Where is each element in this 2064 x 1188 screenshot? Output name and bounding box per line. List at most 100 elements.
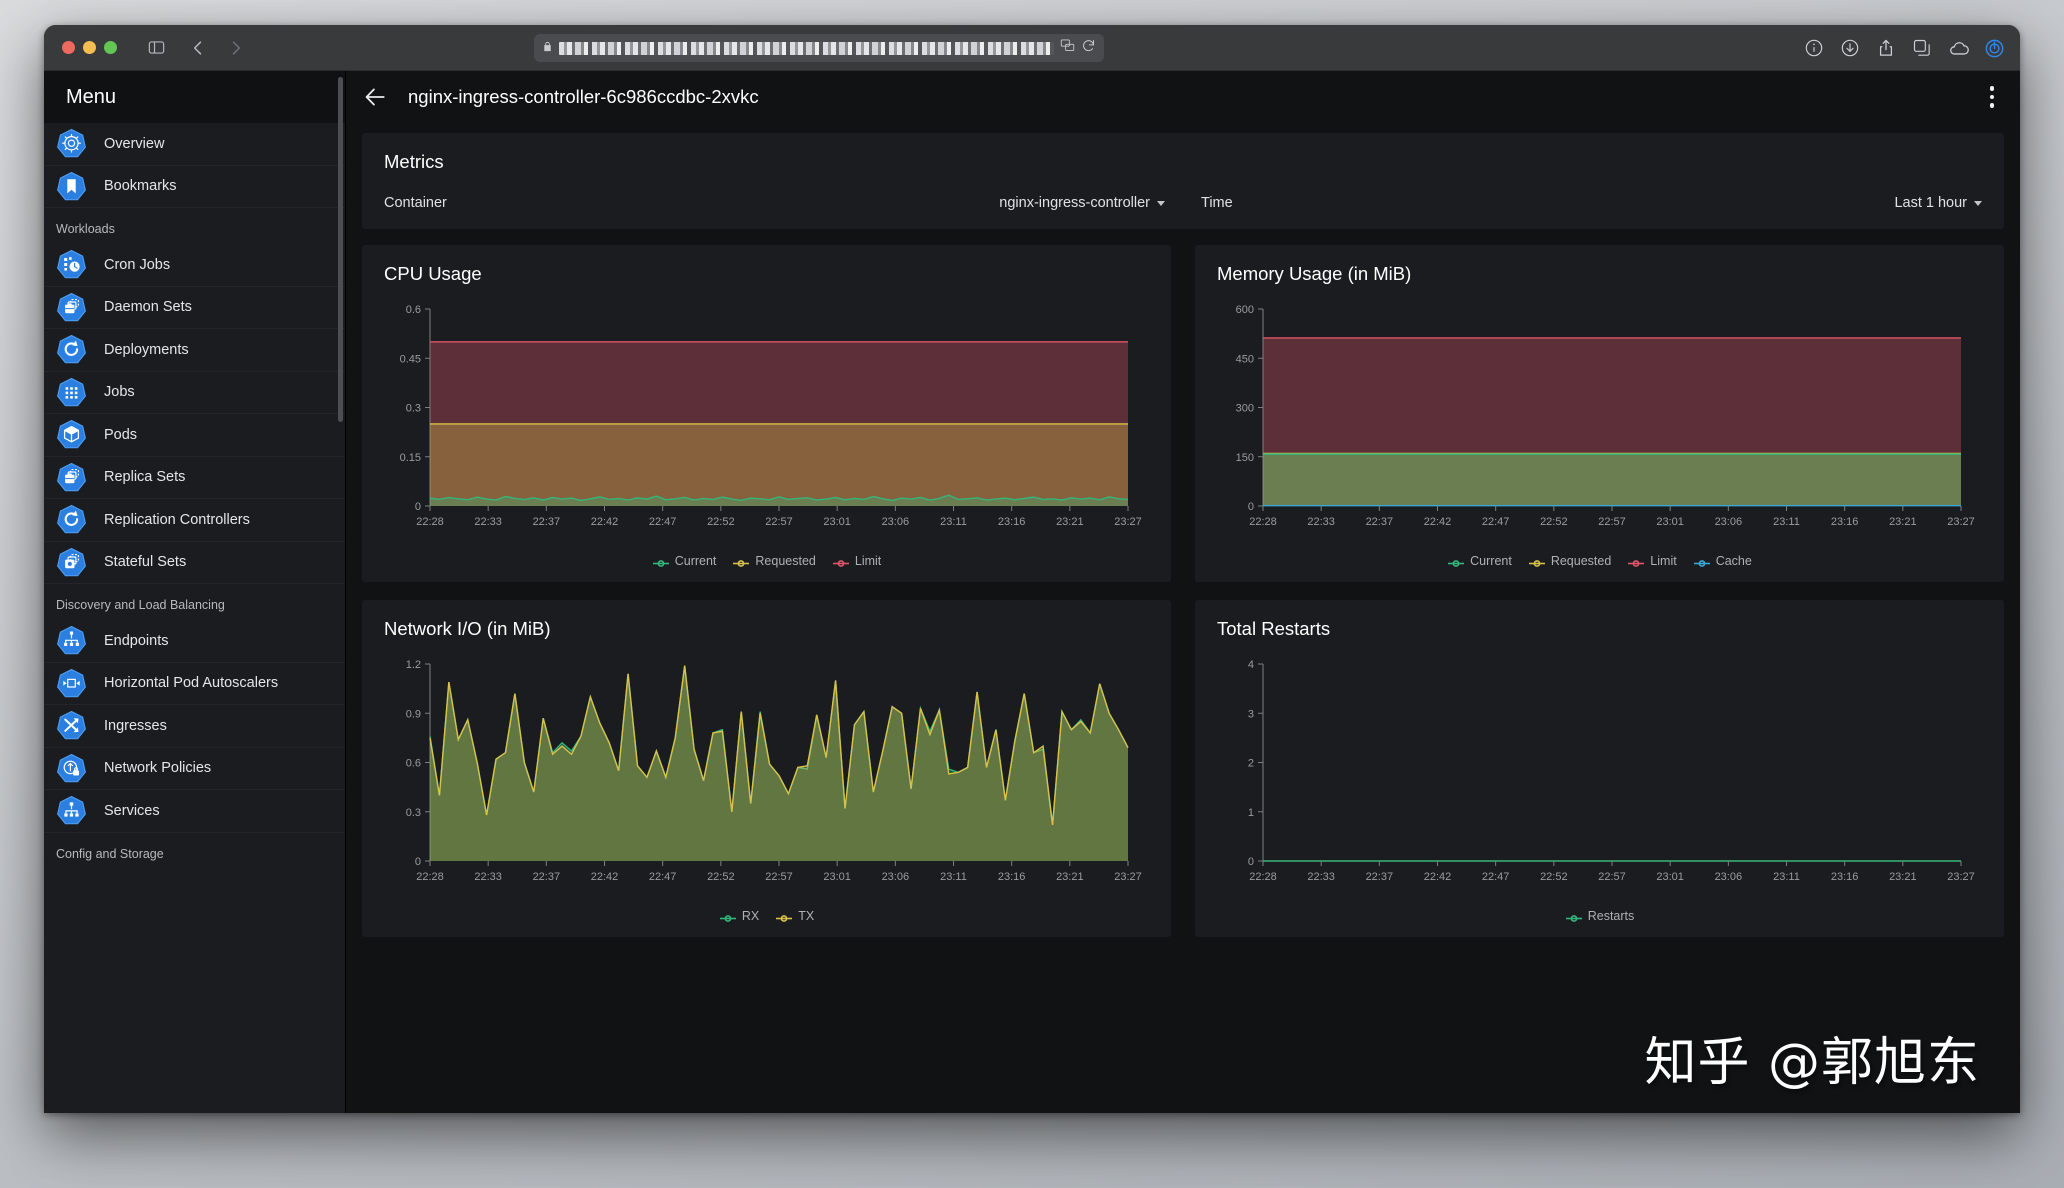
svg-text:22:42: 22:42 <box>1424 516 1452 528</box>
sidebar-item-replica-sets[interactable]: Replica Sets <box>44 457 345 499</box>
page-header: nginx-ingress-controller-6c986ccdbc-2xvk… <box>346 71 2020 123</box>
svg-text:2: 2 <box>1248 758 1254 770</box>
service-icon <box>56 795 87 826</box>
sidebar-nav[interactable]: Overview Bookmarks Workloads Cron Jobs Daemo… <box>44 123 345 869</box>
sidebar-item-bookmarks[interactable]: Bookmarks <box>44 166 345 208</box>
svg-text:22:57: 22:57 <box>765 516 793 528</box>
svg-text:22:52: 22:52 <box>707 871 735 883</box>
sidebar-item-label: Pods <box>104 426 138 443</box>
legend-label: Cache <box>1715 554 1752 568</box>
svg-text:23:27: 23:27 <box>1947 871 1975 883</box>
address-bar-actions[interactable] <box>1060 38 1096 58</box>
sidebar-item-endpoints[interactable]: Endpoints <box>44 620 345 663</box>
translate-icon[interactable] <box>1060 38 1075 58</box>
svg-text:23:11: 23:11 <box>1773 516 1800 528</box>
sidebar-icon[interactable] <box>143 35 169 61</box>
svg-text:23:01: 23:01 <box>1656 516 1684 528</box>
minimize-window-button[interactable] <box>83 41 96 54</box>
legend-item-limit[interactable]: Limit <box>1627 554 1677 568</box>
window-controls[interactable] <box>62 41 117 54</box>
svg-text:22:52: 22:52 <box>1540 516 1568 528</box>
legend-item-tx[interactable]: TX <box>775 909 814 923</box>
sidebar-item-label: Replica Sets <box>104 469 186 486</box>
legend-item-limit[interactable]: Limit <box>832 554 881 568</box>
share-icon[interactable] <box>1876 38 1896 58</box>
back-icon[interactable] <box>185 35 211 61</box>
legend-marker-icon <box>732 557 750 567</box>
browser-toolbar-actions[interactable] <box>1804 25 2004 71</box>
time-dropdown[interactable]: Last 1 hour <box>1894 195 1982 211</box>
chart-title: Network I/O (in MiB) <box>384 618 551 639</box>
svg-text:22:42: 22:42 <box>591 516 619 528</box>
sidebar-item-overview[interactable]: Overview <box>44 123 345 166</box>
svg-text:23:21: 23:21 <box>1889 516 1917 528</box>
svg-text:23:06: 23:06 <box>1715 516 1743 528</box>
sidebar-item-stateful-sets[interactable]: Stateful Sets <box>44 542 345 584</box>
sidebar-item-services[interactable]: Services <box>44 790 345 833</box>
deployment-icon <box>56 334 87 365</box>
container-selector[interactable]: Container nginx-ingress-controller <box>384 195 1165 211</box>
legend-item-rx[interactable]: RX <box>719 909 759 923</box>
legend-item-cache[interactable]: Cache <box>1693 554 1752 568</box>
legend-label: Current <box>1470 554 1512 568</box>
legend-item-current[interactable]: Current <box>652 554 716 568</box>
sidebar-item-horizontal-pod-autoscalers[interactable]: Horizontal Pod Autoscalers <box>44 663 345 705</box>
vertical-dots-icon[interactable] <box>1984 80 2001 114</box>
back-arrow-icon[interactable] <box>362 84 388 110</box>
endpoint-icon <box>56 625 87 656</box>
svg-text:0.3: 0.3 <box>406 403 421 415</box>
sidebar-item-cron-jobs[interactable]: Cron Jobs <box>44 244 345 287</box>
sidebar-item-label: Network Policies <box>104 760 212 777</box>
watermark: 知乎 @郭旭东 <box>1644 1033 1980 1093</box>
address-bar[interactable] <box>534 34 1104 62</box>
maximize-window-button[interactable] <box>104 41 117 54</box>
sidebar-section-workloads: Workloads <box>56 222 115 236</box>
svg-text:0: 0 <box>415 501 421 513</box>
time-selector[interactable]: Time Last 1 hour <box>1201 195 1982 211</box>
chevron-down-icon <box>1974 200 1982 206</box>
svg-text:23:16: 23:16 <box>1831 871 1859 883</box>
chart-legend: RX TX <box>362 907 1171 937</box>
forward-icon[interactable] <box>223 35 249 61</box>
tabs-icon[interactable] <box>1912 38 1932 58</box>
container-dropdown[interactable]: nginx-ingress-controller <box>999 195 1165 211</box>
page-title: nginx-ingress-controller-6c986ccdbc-2xvk… <box>408 86 759 107</box>
sidebar-item-pods[interactable]: Pods <box>44 414 345 457</box>
svg-text:23:16: 23:16 <box>1831 516 1859 528</box>
menu-title: Menu <box>66 85 117 108</box>
legend-item-requested[interactable]: Requested <box>1528 554 1611 568</box>
legend-marker-icon <box>719 912 737 922</box>
hpa-icon <box>56 668 87 699</box>
icloud-icon[interactable] <box>1948 38 1969 58</box>
close-window-button[interactable] <box>62 41 75 54</box>
sidebar-item-label: Deployments <box>104 341 189 358</box>
info-icon[interactable] <box>1804 38 1824 58</box>
sidebar-item-replication-controllers[interactable]: Replication Controllers <box>44 499 345 542</box>
svg-text:22:28: 22:28 <box>416 516 444 528</box>
pod-icon <box>56 419 87 450</box>
sidebar-scrollbar[interactable] <box>338 77 343 422</box>
svg-text:23:06: 23:06 <box>882 516 910 528</box>
svg-text:0.45: 0.45 <box>400 353 421 365</box>
legend-item-restarts[interactable]: Restarts <box>1565 909 1634 923</box>
svg-text:22:28: 22:28 <box>416 871 444 883</box>
svg-text:23:01: 23:01 <box>1656 871 1684 883</box>
sidebar-item-ingresses[interactable]: Ingresses <box>44 705 345 748</box>
svg-text:23:01: 23:01 <box>823 871 851 883</box>
download-icon[interactable] <box>1840 38 1860 58</box>
svg-text:22:57: 22:57 <box>1598 871 1626 883</box>
reload-icon[interactable] <box>1081 38 1096 58</box>
browser-window: Menu Overview Bookmarks Workloads Cron Jobs… <box>44 25 2020 1113</box>
charts-column-left: CPU Usage 0 0.15 0.3 0.45 0.6 22:28 22:33 22:37 2… <box>362 245 1171 955</box>
sidebar-item-jobs[interactable]: Jobs <box>44 372 345 414</box>
sidebar-item-network-policies[interactable]: Network Policies <box>44 748 345 790</box>
sidebar-item-daemon-sets[interactable]: Daemon Sets <box>44 287 345 329</box>
sidebar-item-deployments[interactable]: Deployments <box>44 329 345 372</box>
legend-item-requested[interactable]: Requested <box>732 554 816 568</box>
legend-item-current[interactable]: Current <box>1447 554 1512 568</box>
svg-text:22:47: 22:47 <box>1482 516 1510 528</box>
chart-legend: Current Requested Limit Cache <box>1195 552 2004 582</box>
svg-text:22:42: 22:42 <box>1424 871 1452 883</box>
legend-marker-icon <box>832 557 850 567</box>
extension-icon[interactable] <box>1984 38 2004 58</box>
